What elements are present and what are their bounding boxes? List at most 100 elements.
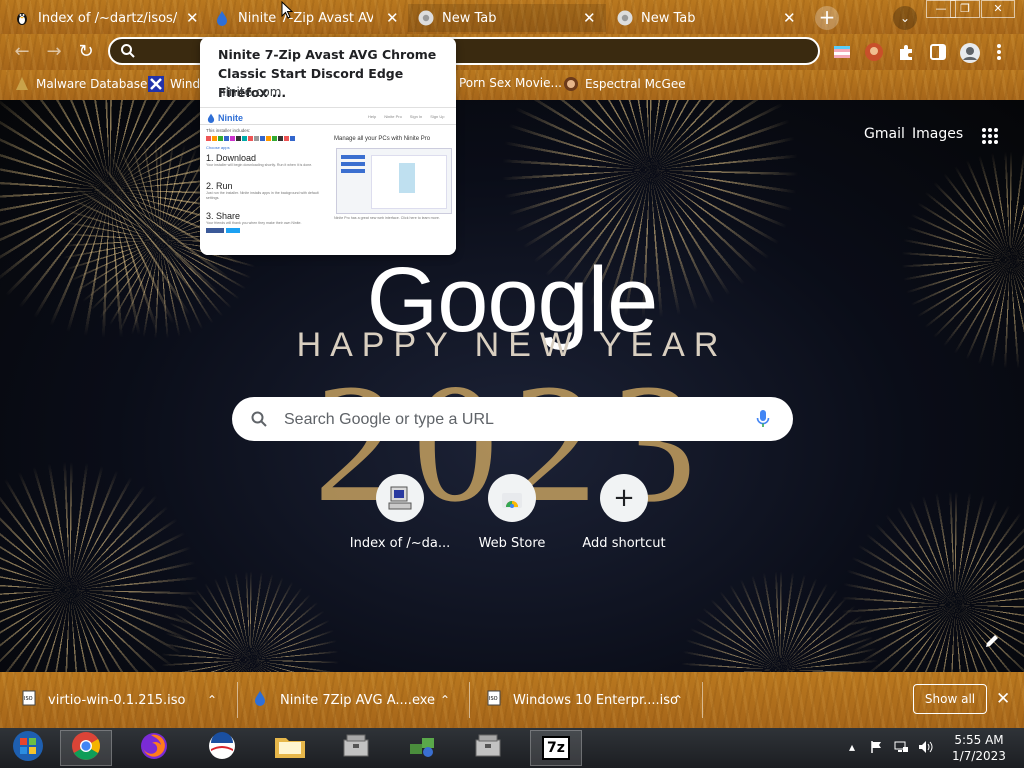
search-box[interactable] <box>232 397 793 443</box>
thumb-step-1: 1. Download Your installer will begin do… <box>206 153 324 168</box>
thumb-pro-text: Ninite Pro has a great new web interface… <box>334 216 440 220</box>
bookmark-favicon <box>14 76 30 92</box>
thumb-step-3: 3. Share Your friends will thank you whe… <box>206 211 324 233</box>
microphone-icon[interactable] <box>756 409 770 433</box>
tab-ninite[interactable]: Ninite 7-Zip Avast AVG C ✕ <box>214 4 404 32</box>
bookmark-malware-database[interactable]: Malware Database <box>14 76 147 92</box>
bookmark-porn-sex-movie[interactable]: Porn Sex Movie... <box>459 76 562 90</box>
extension-flag-icon[interactable] <box>832 42 852 62</box>
profile-icon[interactable] <box>959 42 980 63</box>
thumb-nav-item: Sign In <box>409 114 423 119</box>
download-item-windows10[interactable]: ISO Windows 10 Enterpr....iso ⌃ <box>487 672 692 728</box>
svg-text:ISO: ISO <box>489 696 498 702</box>
computer-icon <box>376 474 424 522</box>
browser-toolbar: ← → ↻ <box>0 34 1024 70</box>
window-close-button[interactable]: ✕ <box>981 0 1015 18</box>
tab-close-button[interactable]: ✕ <box>186 9 199 27</box>
apps-grid-icon[interactable] <box>981 127 999 145</box>
taskbar-firefox[interactable] <box>128 730 180 766</box>
bookmark-label: Porn Sex Movie... <box>459 76 562 90</box>
firefox-icon <box>139 731 169 765</box>
download-filename: virtio-win-0.1.215.iso <box>48 692 186 708</box>
thumb-divider <box>200 124 456 125</box>
thumb-step-heading: 3. Share <box>206 211 241 221</box>
new-tab-button[interactable]: + <box>815 6 839 30</box>
bookmark-wind[interactable]: Wind <box>148 76 200 92</box>
reload-button[interactable]: ↻ <box>74 40 98 64</box>
ninite-icon <box>214 10 230 26</box>
chrome-icon <box>71 731 101 765</box>
back-button[interactable]: ← <box>10 40 34 64</box>
tab-new-tab-active[interactable]: New Tab ✕ <box>408 4 606 32</box>
shortcut-label: Index of /~da... <box>349 536 451 551</box>
tab-close-button[interactable]: ✕ <box>583 9 596 27</box>
tab-close-button[interactable]: ✕ <box>386 9 399 27</box>
search-input[interactable] <box>282 397 746 443</box>
taskbar-file-explorer[interactable] <box>264 730 316 766</box>
shortcut-web-store[interactable]: Web Store <box>457 474 567 551</box>
hover-card-thumbnail: Ninite Help Ninite Pro Sign In Sign Up T… <box>200 107 456 255</box>
gmail-link[interactable]: Gmail <box>864 126 905 142</box>
show-all-button[interactable]: Show all <box>913 684 987 714</box>
shortcut-index-of-dartz[interactable]: Index of /~da... <box>345 474 455 551</box>
add-shortcut-button[interactable]: + Add shortcut <box>569 474 679 551</box>
tab-title: New Tab <box>442 10 497 26</box>
shortcut-label: Add shortcut <box>582 536 666 551</box>
menu-kebab-icon[interactable] <box>995 42 1015 62</box>
ninite-brand: Ninite <box>206 113 243 123</box>
taskbar-clock[interactable]: 5:55 AM 1/7/2023 <box>944 732 1014 764</box>
thumb-nav-item: Sign Up <box>430 114 445 119</box>
download-options-chevron[interactable]: ⌃ <box>440 693 450 707</box>
tab-new-tab[interactable]: New Tab ✕ <box>617 4 807 32</box>
side-panel-icon[interactable] <box>928 42 948 62</box>
action-center-flag-icon[interactable] <box>870 740 884 757</box>
bookmark-label: Espectral McGee <box>585 77 686 91</box>
thumb-app-icons <box>206 136 295 141</box>
tab-index-dartz[interactable]: Index of /~dartz/isos/ ✕ <box>14 4 204 32</box>
extensions-puzzle-icon[interactable] <box>896 42 916 62</box>
thumb-step-heading: 1. Download <box>206 153 257 163</box>
thumb-pro-screenshot <box>336 148 452 214</box>
x-logo-icon <box>148 76 164 92</box>
search-icon <box>120 43 136 63</box>
tab-title: Index of /~dartz/isos/ <box>38 10 178 26</box>
tab-strip: Index of /~dartz/isos/ ✕ Ninite 7-Zip Av… <box>0 0 1024 34</box>
tab-search-button[interactable]: ⌄ <box>893 6 917 30</box>
taskbar-archive-1[interactable] <box>330 730 382 766</box>
plus-icon: + <box>600 474 648 522</box>
thumb-step-2: 2. Run Just run the installer. Ninite in… <box>206 181 324 201</box>
thumb-step-text: Your installer will begin downloading sh… <box>206 163 313 167</box>
maximize-button[interactable]: ❐ <box>950 0 980 18</box>
download-options-chevron[interactable]: ⌃ <box>673 693 683 707</box>
download-options-chevron[interactable]: ⌃ <box>207 693 217 707</box>
tab-title: Ninite 7-Zip Avast AVG C <box>238 10 373 26</box>
download-bar: ISO virtio-win-0.1.215.iso ⌃ Ninite 7Zip… <box>0 672 1024 728</box>
volume-icon[interactable] <box>918 740 934 757</box>
customize-pencil-icon[interactable] <box>984 633 1000 653</box>
bookmarks-bar: Malware Database Wind Porn Sex Movie... … <box>0 70 1024 100</box>
thumb-installer-label: This installer includes: <box>206 128 251 133</box>
taskbar-obama-logo[interactable] <box>196 730 248 766</box>
bookmark-espectral-mcgee[interactable]: Espectral McGee <box>563 76 686 92</box>
thumb-step-heading: 2. Run <box>206 181 233 191</box>
images-link[interactable]: Images <box>912 126 963 142</box>
download-bar-close-button[interactable]: ✕ <box>996 689 1010 709</box>
taskbar-archive-2[interactable] <box>462 730 514 766</box>
start-button[interactable] <box>2 730 54 766</box>
tray-overflow-arrow[interactable]: ▴ <box>849 740 855 754</box>
taskbar-7zip[interactable]: 7z <box>530 730 582 766</box>
tab-close-button[interactable]: ✕ <box>783 9 796 27</box>
extension-avatar-icon[interactable] <box>864 42 884 62</box>
taskbar-chrome[interactable] <box>60 730 112 766</box>
download-item-ninite[interactable]: Ninite 7Zip AVG A....exe ⌃ <box>254 672 459 728</box>
shortcut-label: Web Store <box>478 536 546 551</box>
thumb-edit-label: Choose apps <box>206 145 230 150</box>
tab-hover-card: Ninite 7-Zip Avast AVG Chrome Classic St… <box>200 37 456 255</box>
taskbar-network[interactable] <box>396 730 448 766</box>
download-item-virtio[interactable]: ISO virtio-win-0.1.215.iso ⌃ <box>22 672 227 728</box>
thumb-step-text: Just run the installer. Ninite installs … <box>206 191 319 200</box>
thumb-pro-heading: Manage all your PCs with Ninite Pro <box>334 136 431 142</box>
network-tray-icon[interactable] <box>893 740 909 757</box>
plus-glyph: + <box>613 483 635 513</box>
forward-button[interactable]: → <box>42 40 66 64</box>
